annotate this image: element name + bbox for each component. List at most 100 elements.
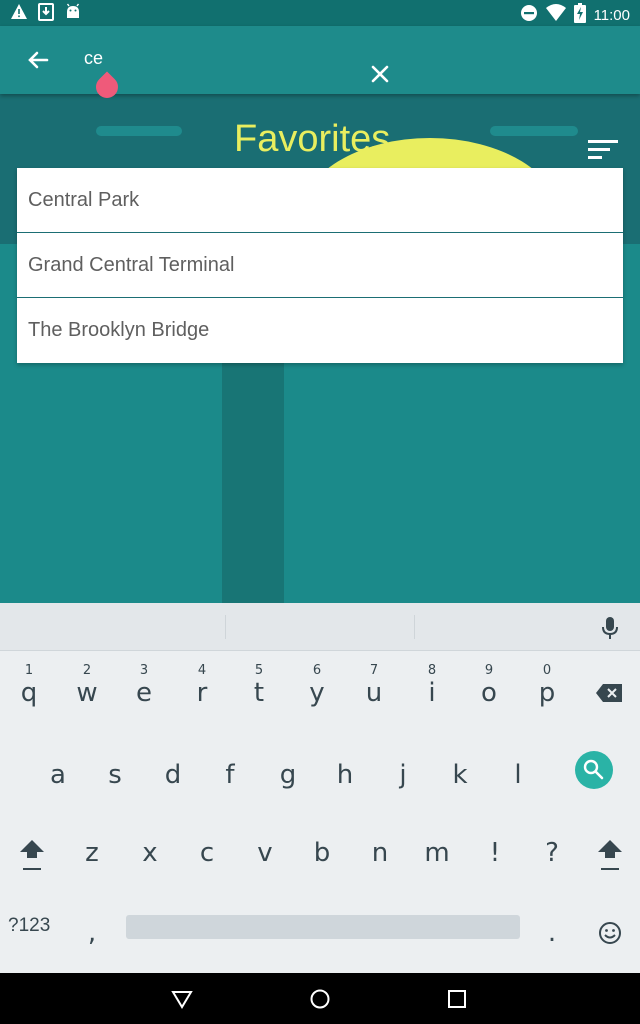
suggestion-item[interactable]: Grand Central Terminal: [17, 233, 623, 298]
key-a[interactable]: a: [33, 741, 83, 801]
recents-square-icon[interactable]: [447, 989, 467, 1009]
clear-button[interactable]: [366, 60, 394, 88]
key-hint: 7: [369, 663, 379, 678]
key-comma[interactable]: ,: [67, 899, 117, 959]
key-y[interactable]: 6y: [292, 659, 342, 719]
android-icon: [64, 3, 82, 25]
download-icon: [38, 3, 54, 25]
key-s[interactable]: s: [90, 741, 140, 801]
cloud: [96, 126, 182, 136]
key-d[interactable]: d: [148, 741, 198, 801]
key-label: n: [371, 838, 389, 868]
key-label: f: [225, 760, 235, 790]
key-q[interactable]: 1q: [4, 659, 54, 719]
suggestion-list: Central Park Grand Central Terminal The …: [17, 168, 623, 363]
key-p[interactable]: 0p: [522, 659, 572, 719]
key-z[interactable]: z: [67, 819, 117, 879]
strip-divider: [225, 615, 226, 639]
key-label: d: [164, 760, 182, 790]
key-label: ,: [87, 918, 97, 948]
key-label: v: [257, 838, 273, 868]
key-label: p: [538, 678, 556, 708]
status-bar: 11:00: [0, 0, 640, 26]
key-i[interactable]: 8i: [407, 659, 457, 719]
key-label: z: [85, 838, 99, 868]
key-f[interactable]: f: [205, 741, 255, 801]
key-j[interactable]: j: [378, 741, 428, 801]
key-label: b: [313, 838, 331, 868]
arrow-left-icon: [28, 51, 49, 69]
warning-icon: [10, 3, 28, 25]
key-e[interactable]: 3e: [119, 659, 169, 719]
key-question[interactable]: ?: [527, 819, 577, 879]
key-hint: 4: [197, 663, 207, 678]
search-key[interactable]: [575, 751, 613, 789]
backspace-key[interactable]: [584, 659, 634, 719]
key-c[interactable]: c: [182, 819, 232, 879]
key-label: .: [547, 918, 557, 948]
key-h[interactable]: h: [320, 741, 370, 801]
clock: 11:00: [593, 6, 630, 24]
do-not-disturb-icon: [520, 4, 538, 26]
key-b[interactable]: b: [297, 819, 347, 879]
emoji-key[interactable]: [585, 899, 635, 959]
key-label: t: [253, 678, 265, 708]
key-hint: 1: [24, 663, 34, 678]
microphone-icon[interactable]: [600, 615, 620, 641]
shift-icon: [20, 840, 44, 870]
key-label: x: [142, 838, 158, 868]
key-v[interactable]: v: [240, 819, 290, 879]
space-bar[interactable]: [126, 915, 520, 939]
suggestion-item[interactable]: The Brooklyn Bridge: [17, 298, 623, 363]
key-hint: 2: [82, 663, 92, 678]
symbols-key[interactable]: ?123: [8, 915, 50, 937]
key-hint: 5: [254, 663, 264, 678]
key-l[interactable]: l: [493, 741, 543, 801]
key-label: w: [76, 678, 98, 708]
wifi-icon: [545, 4, 566, 26]
key-t[interactable]: 5t: [234, 659, 284, 719]
key-label: o: [481, 678, 497, 708]
close-icon: [371, 65, 389, 83]
key-g[interactable]: g: [263, 741, 313, 801]
search-input[interactable]: ce: [84, 48, 103, 69]
key-label: k: [452, 760, 468, 790]
suggestion-item[interactable]: Central Park: [17, 168, 623, 233]
key-k[interactable]: k: [435, 741, 485, 801]
key-label: i: [428, 678, 436, 708]
key-label: ?: [545, 838, 559, 868]
key-hint: 6: [312, 663, 322, 678]
key-r[interactable]: 4r: [177, 659, 227, 719]
battery-charging-icon: [573, 3, 586, 27]
key-label: r: [196, 678, 208, 708]
strip-divider: [414, 615, 415, 639]
shift-key-left[interactable]: [7, 819, 57, 879]
key-hint: 3: [139, 663, 149, 678]
key-period[interactable]: .: [527, 899, 577, 959]
key-label: s: [108, 760, 122, 790]
shift-key-right[interactable]: [585, 819, 635, 879]
cloud: [490, 126, 578, 136]
key-label: c: [199, 838, 215, 868]
page-title: Favorites: [234, 118, 391, 160]
key-m[interactable]: m: [412, 819, 462, 879]
key-label: m: [424, 838, 450, 868]
key-label: h: [336, 760, 354, 790]
sort-icon[interactable]: [588, 138, 620, 162]
key-exclamation[interactable]: !: [470, 819, 520, 879]
home-circle-icon[interactable]: [309, 988, 331, 1010]
key-o[interactable]: 9o: [464, 659, 514, 719]
backspace-icon: [596, 684, 622, 702]
key-label: j: [399, 760, 407, 790]
key-label: !: [489, 838, 501, 868]
key-x[interactable]: x: [125, 819, 175, 879]
back-button[interactable]: [22, 44, 54, 76]
key-hint: 0: [542, 663, 552, 678]
key-w[interactable]: 2w: [62, 659, 112, 719]
back-triangle-icon[interactable]: [171, 988, 193, 1010]
key-label: l: [514, 760, 522, 790]
key-n[interactable]: n: [355, 819, 405, 879]
search-icon: [583, 759, 604, 780]
key-hint: 9: [484, 663, 494, 678]
key-u[interactable]: 7u: [349, 659, 399, 719]
